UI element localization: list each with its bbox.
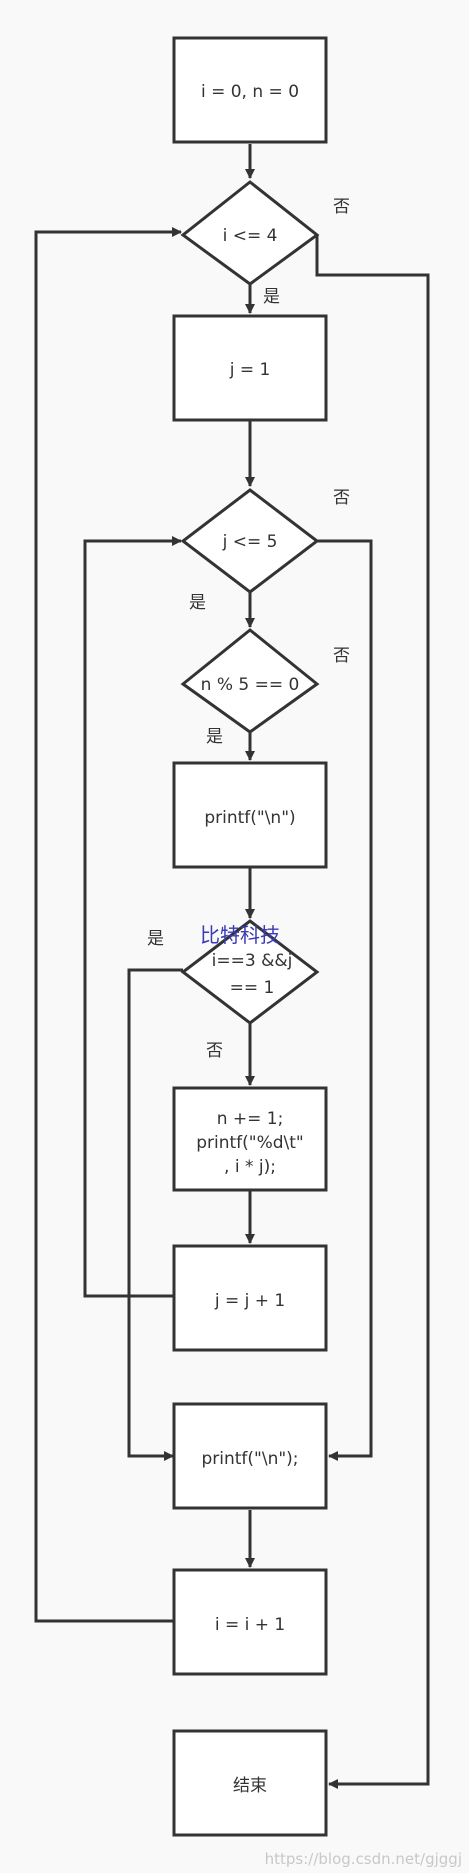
node-inc-j-label: j = j + 1 [214, 1291, 285, 1311]
node-inc-i: i = i + 1 [172, 1568, 328, 1676]
label-outer-no: 否 [333, 197, 350, 217]
node-end-label: 结束 [233, 1776, 267, 1796]
footer-url: https://blog.csdn.net/gjggj [265, 1850, 462, 1868]
node-outer-cond-label: i <= 4 [223, 226, 278, 246]
node-skip-cond-label-line1: i==3 &&j [212, 951, 293, 971]
node-inner-cond: j <= 5 [180, 488, 320, 594]
node-set-j: j = 1 [172, 314, 328, 422]
label-mod-no: 否 [333, 646, 350, 666]
node-end: 结束 [172, 1729, 328, 1837]
label-outer-yes: 是 [263, 287, 280, 307]
node-body-label-line3: , i * j); [224, 1157, 276, 1177]
node-set-j-label: j = 1 [229, 360, 271, 380]
node-mod-cond: n % 5 == 0 [180, 628, 320, 734]
node-body: n += 1; printf("%d\t" , i * j); [172, 1086, 328, 1192]
node-inc-i-label: i = i + 1 [215, 1615, 285, 1635]
flowchart: i = 0, n = 0 i <= 4 j = 1 j <= 5 n % 5 =… [34, 36, 462, 1868]
label-skip-yes: 是 [147, 929, 164, 949]
edge-inc-j-to-inner-cond [83, 536, 182, 1298]
label-skip-no: 否 [206, 1041, 223, 1061]
node-body-label-line1: n += 1; [217, 1109, 284, 1129]
node-body-label-line2: printf("%d\t" [196, 1133, 304, 1153]
node-inc-j: j = j + 1 [172, 1244, 328, 1352]
node-print-newline: printf("\n") [172, 761, 328, 869]
watermark: 比特科技 [200, 923, 280, 947]
node-outer-cond: i <= 4 [180, 180, 320, 286]
node-inner-cond-label: j <= 5 [222, 532, 278, 552]
node-init-label: i = 0, n = 0 [201, 82, 299, 102]
node-print-newline-label: printf("\n") [204, 808, 295, 828]
node-print-newline-end-label: printf("\n"); [201, 1449, 298, 1469]
node-print-newline-end: printf("\n"); [172, 1402, 328, 1510]
node-skip-cond-label-line2: == 1 [230, 978, 275, 998]
node-init: i = 0, n = 0 [172, 36, 328, 144]
edge-inc-i-to-outer-cond [34, 227, 182, 1623]
node-mod-cond-label: n % 5 == 0 [201, 675, 300, 695]
label-inner-no: 否 [333, 488, 350, 508]
label-inner-yes: 是 [189, 593, 206, 613]
label-mod-yes: 是 [206, 727, 223, 747]
edge-skip-cond-to-print-end [127, 968, 183, 1461]
